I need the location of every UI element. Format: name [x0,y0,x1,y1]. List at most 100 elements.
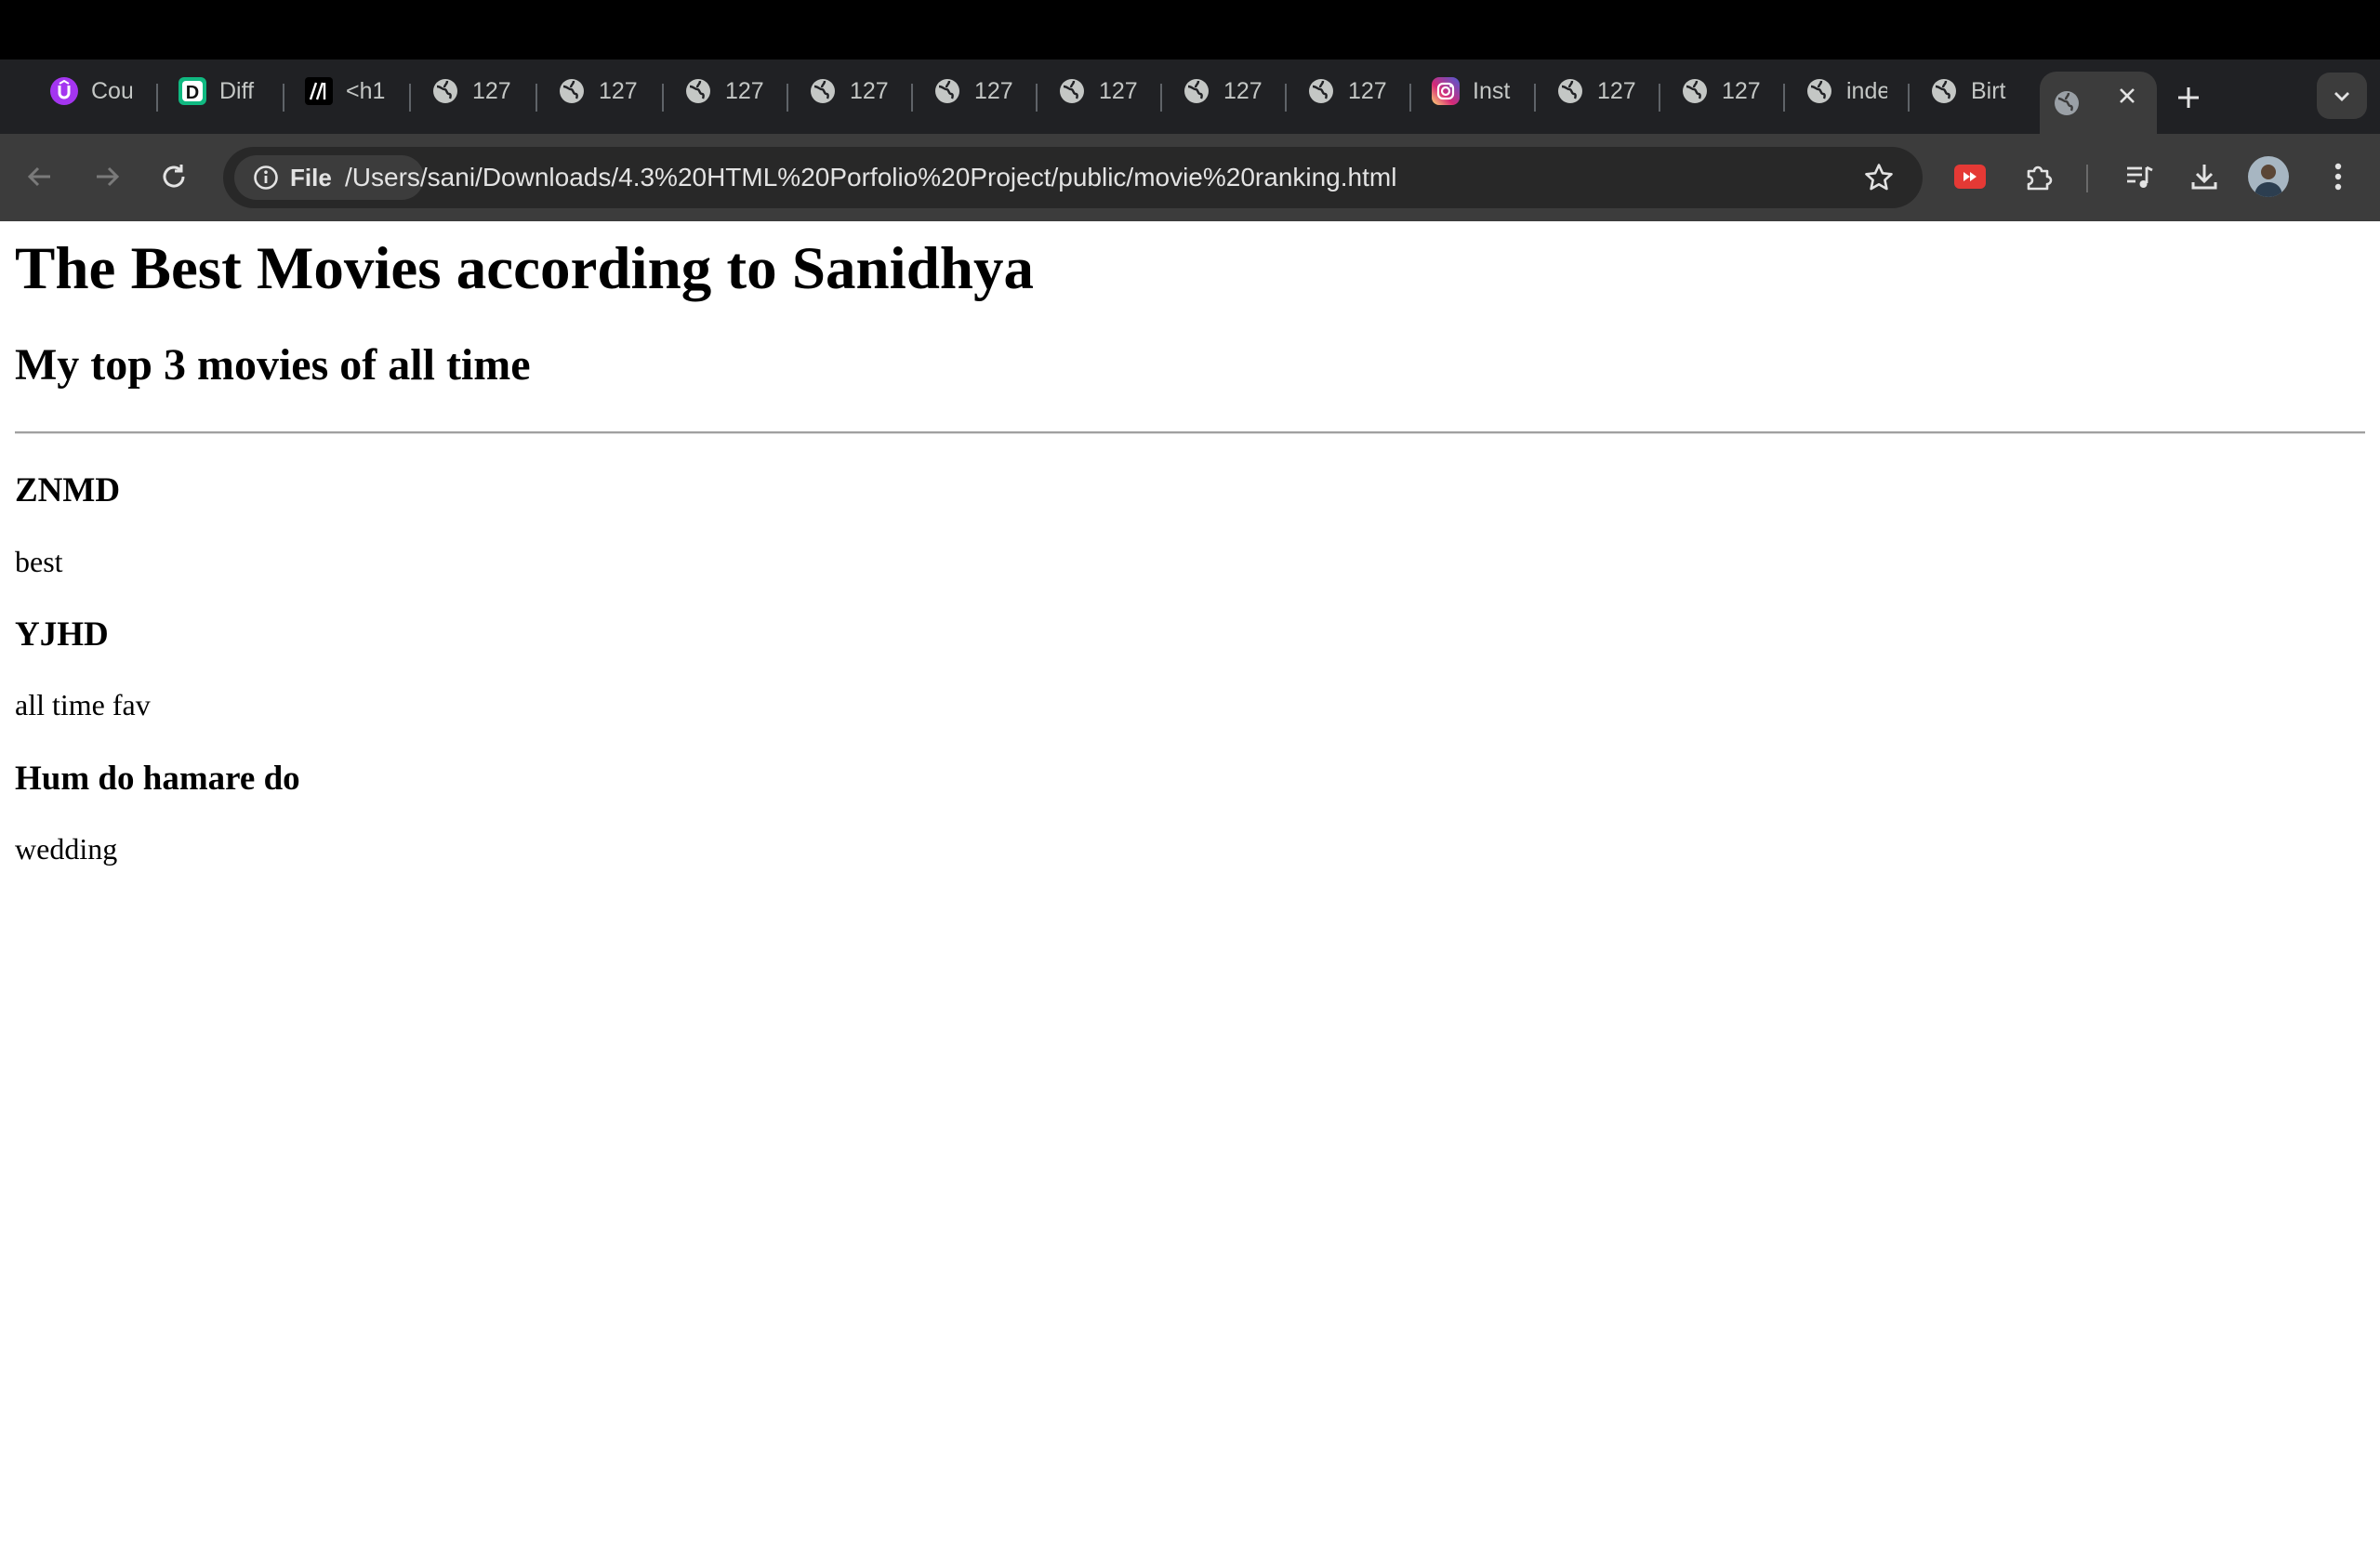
tab-separator [1285,84,1287,112]
extensions-puzzle-icon[interactable] [2016,153,2062,200]
tab-mdn[interactable]: <h1 [292,72,402,111]
tab-separator [283,84,284,112]
page-subtitle: My top 3 movies of all time [15,340,531,390]
globe-icon [933,77,961,105]
tab-title: inde [1846,77,1887,104]
globe-icon [1556,77,1584,105]
movie-note: best [15,545,63,578]
tab-title: 127 [1722,77,1761,104]
site-chip-label: File [290,163,332,192]
tab-separator [1659,84,1660,112]
tab-title: <h1 [346,77,386,104]
more-menu-icon[interactable] [2315,153,2361,200]
page-content: The Best Movies according to Sanidhya My… [0,221,2380,1547]
new-tab-button[interactable] [2167,76,2210,119]
globe-icon [809,77,837,105]
globe-icon [1183,77,1210,105]
tab-localhost-7[interactable]: 127 [1170,72,1279,111]
toolbar-separator [2086,165,2088,192]
tab-title: 127 [1348,77,1387,104]
movie-note: wedding [15,832,118,866]
globe-icon [1681,77,1709,105]
tab-separator [787,84,788,112]
tab-localhost-10[interactable]: 127 [1668,72,1778,111]
info-icon [253,165,279,191]
tab-localhost-6[interactable]: 127 [1045,72,1155,111]
divider [15,431,2365,434]
chevron-down-icon [2334,92,2349,101]
arrow-right-icon [97,166,120,187]
globe-icon [1805,77,1833,105]
globe-icon [431,77,459,105]
address-bar[interactable]: File /Users/sani/Downloads/4.3%20HTML%20… [223,147,1923,208]
globe-icon [1058,77,1086,105]
movie-note: all time fav [15,688,151,721]
tab-diffchecker[interactable]: D Diff [165,72,275,111]
diffchecker-icon: D [178,77,206,105]
tab-active[interactable] [2040,72,2157,134]
tab-localhost-9[interactable]: 127 [1543,72,1653,111]
tab-localhost-3[interactable]: 127 [671,72,781,111]
tab-index[interactable]: inde [1792,72,1902,111]
tab-title: 127 [974,77,1013,104]
globe-icon [2053,89,2081,117]
tab-birthday[interactable]: Birt [1917,72,2027,111]
tab-title: 127 [472,77,511,104]
tab-title: 127 [1099,77,1138,104]
movie-title: ZNMD [15,471,121,509]
tab-title: Birt [1971,77,2006,104]
tab-title: 127 [725,77,764,104]
globe-icon [1930,77,1958,105]
back-button[interactable] [17,153,63,200]
tab-title: 127 [599,77,638,104]
bookmark-star-icon[interactable] [1858,156,1900,199]
tab-separator [911,84,913,112]
tab-title: Diff [219,77,255,104]
tab-search-button[interactable] [2317,73,2367,119]
tab-localhost-1[interactable]: 127 [418,72,528,111]
movie-title: Hum do hamare do [15,760,300,798]
tab-localhost-5[interactable]: 127 [920,72,1030,111]
tab-localhost-2[interactable]: 127 [545,72,654,111]
url-text[interactable]: /Users/sani/Downloads/4.3%20HTML%20Porfo… [345,147,1396,208]
tab-title: 127 [850,77,889,104]
tab-localhost-4[interactable]: 127 [796,72,906,111]
udemy-icon [50,77,78,105]
tab-separator [1036,84,1038,112]
mdn-icon [305,77,333,105]
tab-separator [1409,84,1411,112]
tab-separator [1783,84,1785,112]
os-menu-bar [0,0,2380,60]
tab-localhost-8[interactable]: 127 [1294,72,1404,111]
globe-icon [684,77,712,105]
tab-separator [1908,84,1910,112]
tab-title: Cou [91,77,132,104]
page-title: The Best Movies according to Sanidhya [15,235,1035,302]
tab-title: Inst [1473,77,1511,104]
tab-separator [662,84,664,112]
tab-instagram[interactable]: Inst [1419,72,1528,111]
browser-toolbar: File /Users/sani/Downloads/4.3%20HTML%20… [0,134,2380,221]
tab-separator [536,84,537,112]
tab-course[interactable]: Cou [37,72,147,111]
tab-title: 127 [1223,77,1263,104]
tab-separator [409,84,411,112]
tab-title: 127 [1597,77,1636,104]
close-tab-icon[interactable] [2114,83,2140,109]
tab-separator [156,84,158,112]
svg-text:D: D [186,83,199,103]
arrow-left-icon [27,166,50,187]
forward-button[interactable] [84,153,130,200]
reload-icon [163,165,185,188]
globe-icon [558,77,586,105]
tab-separator [1160,84,1162,112]
reload-button[interactable] [151,153,197,200]
globe-icon [1307,77,1335,105]
youtube-extension-icon[interactable] [1947,153,1993,200]
tab-strip: Cou D Diff <h1 127 127 127 127 127 127 1… [0,60,2380,134]
instagram-icon [1432,77,1460,105]
media-controls-icon[interactable] [2116,153,2162,200]
avatar[interactable] [2248,156,2289,197]
download-icon[interactable] [2181,153,2228,200]
tab-separator [1534,84,1536,112]
